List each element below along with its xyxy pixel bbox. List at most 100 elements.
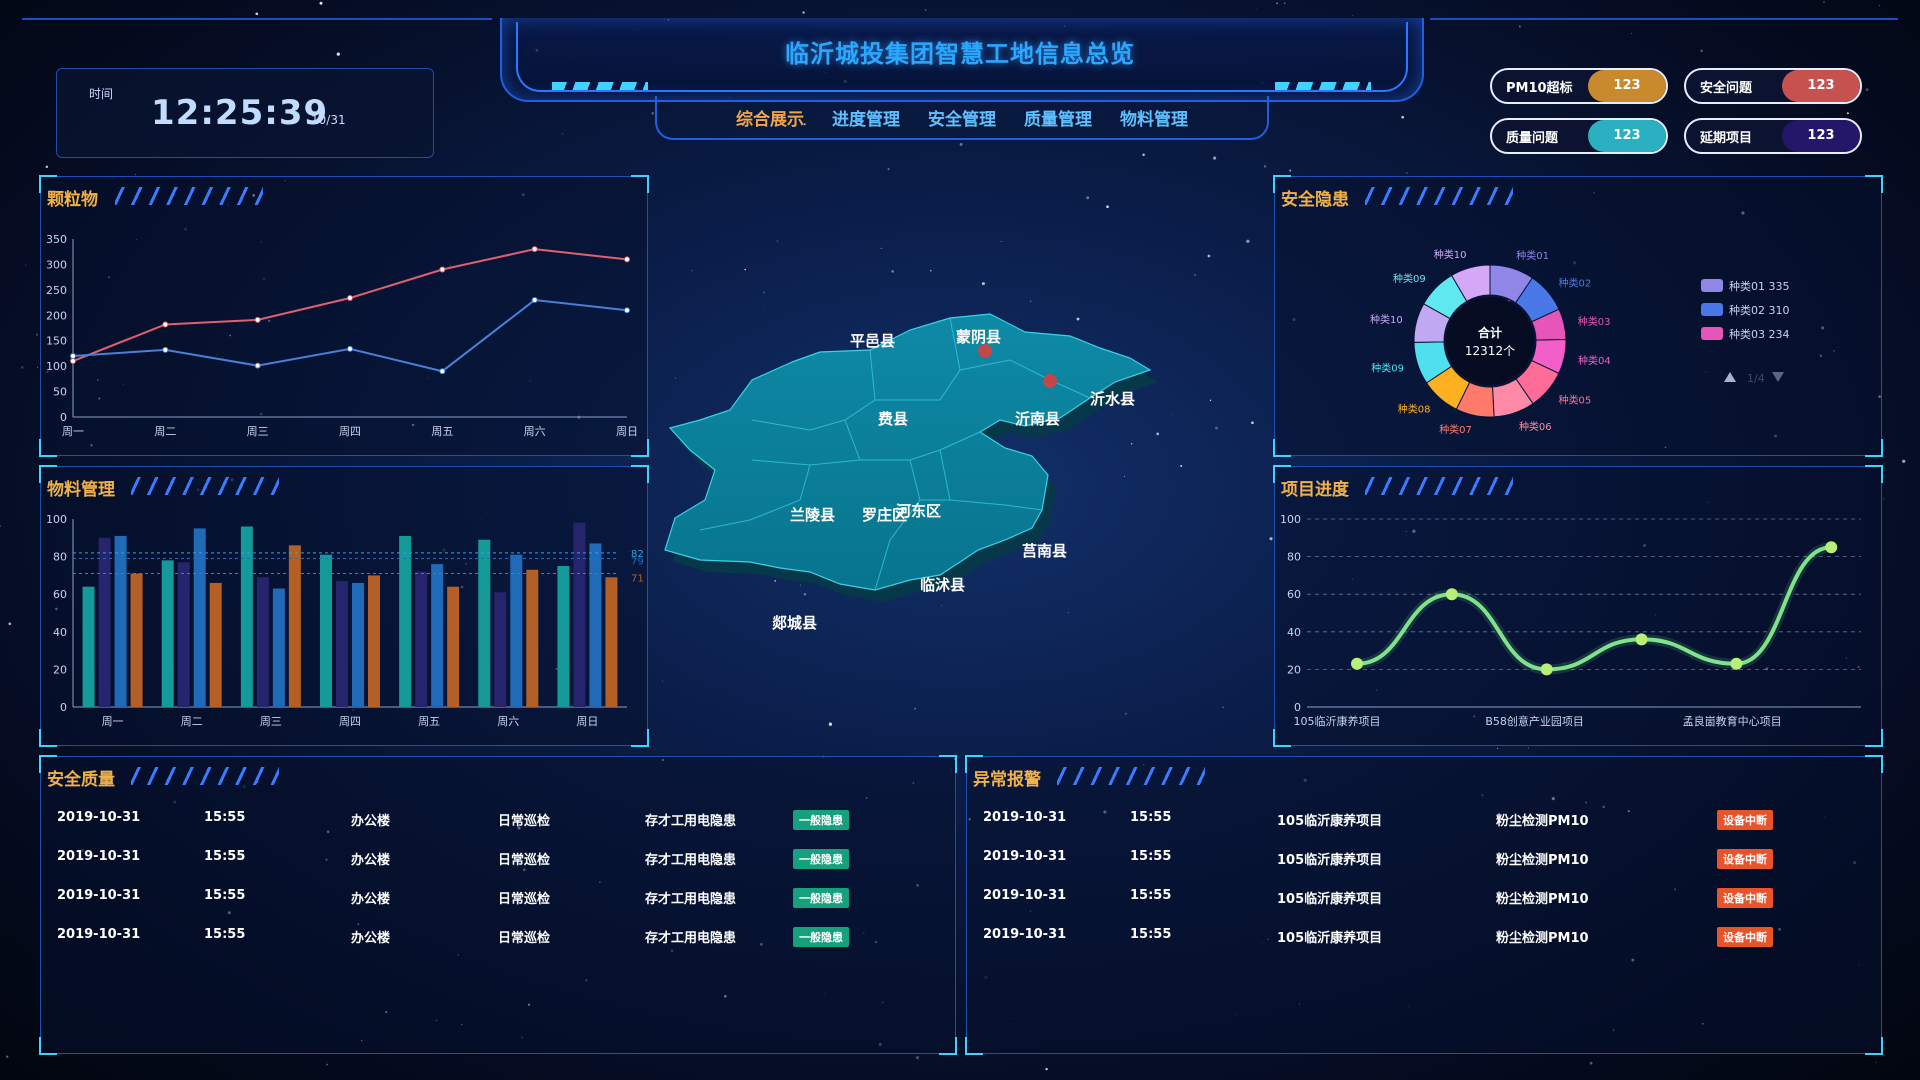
table-row[interactable]: 2019-10-31 15:55 办公楼 日常巡检 存才工用电隐患 一般隐患 (41, 805, 955, 844)
table-row[interactable]: 2019-10-31 15:55 办公楼 日常巡检 存才工用电隐患 一般隐患 (41, 922, 955, 961)
star (828, 722, 833, 726)
status-badge: 一般隐患 (793, 849, 849, 869)
table-row[interactable]: 2019-10-31 15:55 105临沂康养项目 粉尘检测PM10 设备中断 (967, 922, 1881, 961)
slice-label: 种类03 (1578, 315, 1611, 328)
cell-date: 2019-10-31 (983, 849, 1067, 864)
star (1207, 254, 1211, 258)
cell-project: 105临沂康养项目 (1277, 853, 1383, 868)
star (0, 525, 2, 528)
linyi-map: 平邑县 蒙阴县 沂水县 费县 沂南县 兰陵县 罗庄区 河东区 莒南县 临沭县 郯… (664, 313, 1158, 632)
safety-donut-chart: 种类01 种类02 种类03 种类04 种类05 种类06 种类07 种类08 种类09 种类10… (1370, 248, 1790, 436)
star (1213, 156, 1217, 160)
legend-pager: 1/4 (1747, 372, 1765, 385)
clock-widget: 时间 12:25:39 10/31 (56, 68, 434, 158)
bar (494, 592, 507, 707)
nav-tab-progress[interactable]: 进度管理 (832, 105, 900, 130)
table-row[interactable]: 2019-10-31 15:55 105临沂康养项目 粉尘检测PM10 设备中断 (967, 883, 1881, 922)
star (1222, 706, 1224, 708)
y-tick-label: 80 (1287, 551, 1301, 564)
star (1045, 1067, 1048, 1071)
legend-label[interactable]: 种类02 310 (1729, 303, 1790, 317)
star (1865, 88, 1869, 92)
header-right-wing (1430, 18, 1898, 60)
badge-delay[interactable]: 延期项目 123 (1684, 118, 1862, 154)
x-tick-label: 周五 (431, 425, 453, 438)
data-point (1730, 657, 1743, 670)
cell-time: 15:55 (204, 810, 246, 825)
cell-sensor: 粉尘检测PM10 (1496, 892, 1589, 907)
bar (573, 522, 586, 707)
county-label-pingyi: 平邑县 (850, 332, 895, 350)
x-tick-label: 周一 (102, 715, 124, 728)
county-label-yishui: 沂水县 (1090, 390, 1135, 408)
table-row[interactable]: 2019-10-31 15:55 105临沂康养项目 粉尘检测PM10 设备中断 (967, 805, 1881, 844)
table-row[interactable]: 2019-10-31 15:55 办公楼 日常巡检 存才工用电隐患 一般隐患 (41, 883, 955, 922)
bar (557, 566, 570, 707)
cell-sensor: 粉尘检测PM10 (1496, 814, 1589, 829)
bar (336, 581, 348, 707)
legend-swatch (1701, 327, 1723, 340)
bar (478, 539, 491, 707)
data-point (624, 256, 630, 263)
legend-swatch (1701, 303, 1723, 316)
badge-pm10-label: PM10超标 (1506, 81, 1573, 96)
bar (368, 575, 380, 707)
cell-date: 2019-10-31 (57, 927, 141, 942)
cell-type: 日常巡检 (498, 853, 551, 868)
star (1086, 196, 1090, 200)
y-tick-label: 20 (53, 663, 67, 676)
panel-safety-quality: 安全质量 2019-10-31 15:55 办公楼 日常巡检 存才工用电隐患 一般隐患 20… (39, 755, 957, 1055)
y-tick-label: 0 (1294, 701, 1301, 714)
panel-safety-quality-title: 安全质量 (47, 770, 115, 790)
bar (240, 526, 253, 707)
cell-type: 日常巡检 (498, 814, 551, 829)
data-point (439, 368, 446, 375)
legend-prev-icon[interactable] (1724, 372, 1736, 382)
panel-progress: 项目进度 0 20 40 60 80 100 105临沂康养项目 B58创意产业园项目 孟良崮教… (1273, 465, 1883, 747)
bar (605, 577, 618, 707)
badge-quality[interactable]: 质量问题 123 (1490, 118, 1668, 154)
y-tick-label: 150 (46, 335, 67, 348)
star (37, 366, 39, 368)
star (776, 240, 779, 242)
legend-label[interactable]: 种类03 234 (1729, 327, 1790, 341)
county-label-mengyin: 蒙阴县 (956, 328, 1001, 346)
nav-tab-overview[interactable]: 综合展示 (736, 105, 804, 130)
star (887, 168, 890, 171)
star (25, 264, 27, 266)
y-tick-label: 100 (1280, 513, 1301, 526)
star (880, 247, 882, 250)
y-tick-label: 60 (53, 588, 67, 601)
badge-pm10[interactable]: PM10超标 123 (1490, 68, 1668, 104)
nav-tab-materials[interactable]: 物料管理 (1120, 105, 1188, 130)
star (255, 12, 259, 16)
table-row[interactable]: 2019-10-31 15:55 105临沂康养项目 粉尘检测PM10 设备中断 (967, 844, 1881, 883)
star (1142, 153, 1145, 157)
bar (399, 535, 412, 707)
star (45, 165, 49, 169)
star (929, 269, 932, 272)
bar (256, 577, 269, 707)
y-tick-label: 50 (53, 386, 67, 399)
bar (130, 573, 143, 707)
x-tick-label: 周二 (181, 715, 203, 728)
cell-time: 15:55 (1130, 810, 1172, 825)
nav-tab-safety[interactable]: 安全管理 (928, 105, 996, 130)
badge-safety[interactable]: 安全问题 123 (1684, 68, 1862, 104)
table-row[interactable]: 2019-10-31 15:55 办公楼 日常巡检 存才工用电隐患 一般隐患 (41, 844, 955, 883)
mark-line-label: 79 (631, 556, 644, 567)
slice-label: 种类01 (1516, 249, 1549, 262)
header-left-wing (22, 18, 492, 60)
legend-label[interactable]: 种类01 335 (1729, 279, 1790, 293)
nav-tab-quality[interactable]: 质量管理 (1024, 105, 1092, 130)
star (1125, 712, 1127, 715)
county-label-linshu: 临沭县 (920, 576, 965, 594)
main-nav: 综合展示 进度管理 安全管理 质量管理 物料管理 (655, 96, 1269, 140)
legend-swatch (1701, 279, 1723, 292)
star (1263, 165, 1267, 168)
cell-issue: 存才工用电隐患 (645, 931, 737, 946)
bar (415, 571, 428, 707)
cell-date: 2019-10-31 (57, 888, 141, 903)
legend-next-icon[interactable] (1772, 372, 1784, 382)
cell-type: 日常巡检 (498, 892, 551, 907)
